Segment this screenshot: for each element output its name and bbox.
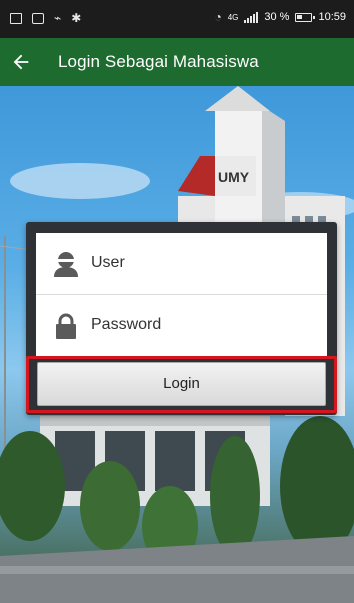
user-placeholder: User — [91, 254, 125, 271]
status-bar-right: ◔ 4G 30 % 10:59 — [214, 11, 346, 23]
wifi-icon: ◔ — [214, 10, 222, 24]
building-sign: UMY — [218, 169, 250, 185]
arrow-left-icon[interactable] — [10, 51, 32, 73]
status-bar: ⌁ ✱ ◔ 4G 30 % 10:59 — [0, 0, 354, 38]
status-bar-left: ⌁ ✱ — [10, 12, 81, 24]
user-icon — [54, 252, 78, 277]
usb-icon: ⌁ — [54, 11, 62, 25]
login-button[interactable]: Login — [37, 362, 326, 406]
notification-icon — [10, 12, 22, 24]
password-placeholder: Password — [91, 316, 162, 333]
network-label: 4G — [227, 12, 239, 22]
app-bar: Login Sebagai Mahasiswa — [0, 38, 354, 86]
clock: 10:59 — [318, 11, 346, 23]
message-icon — [32, 12, 44, 24]
app-screen: ⌁ ✱ ◔ 4G 30 % 10:59 Login Sebagai Mahasi… — [0, 0, 354, 603]
page-title: Login Sebagai Mahasiswa — [58, 52, 259, 71]
battery-percent: 30 % — [264, 11, 290, 23]
bluetooth-icon: ✱ — [71, 11, 82, 25]
battery-icon — [295, 12, 316, 22]
signal-icon — [244, 11, 259, 23]
lock-icon — [56, 313, 76, 339]
password-field[interactable]: Password — [36, 295, 327, 357]
user-field[interactable]: User — [36, 233, 327, 295]
